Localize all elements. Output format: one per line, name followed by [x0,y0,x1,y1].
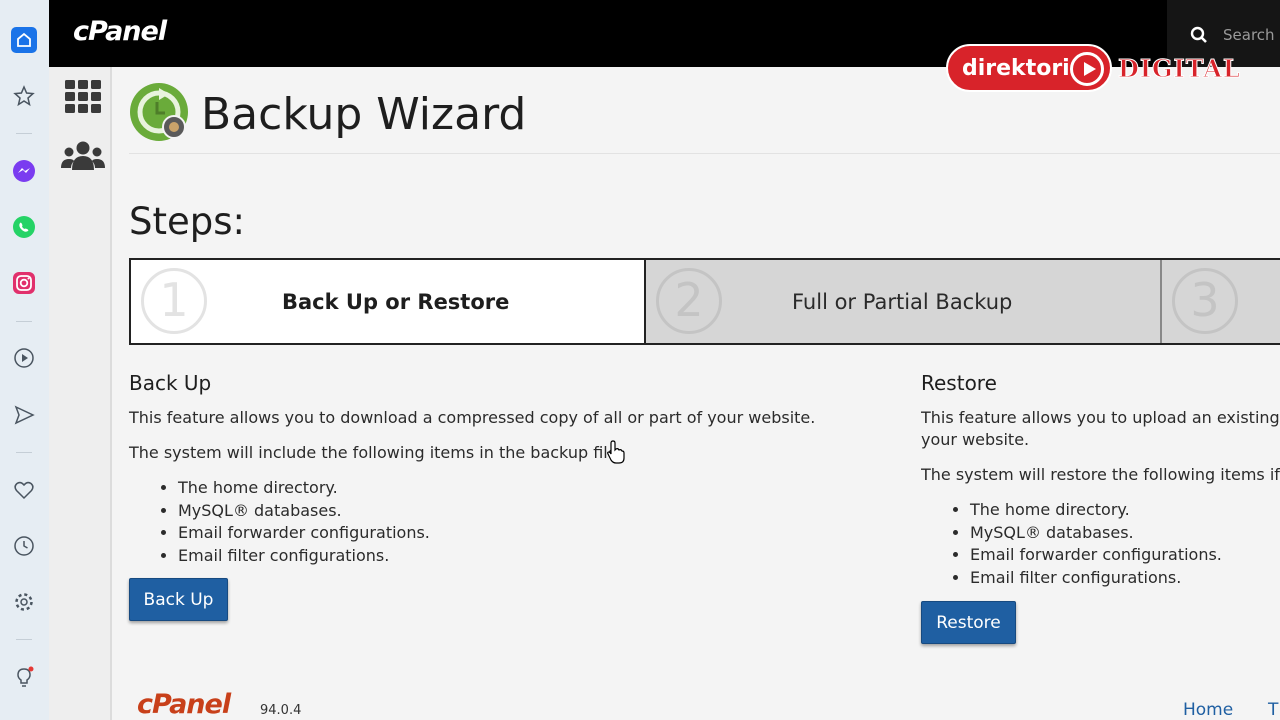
list-item: Email forwarder configurations. [178,522,869,545]
version-label: 94.0.4 [260,703,302,718]
list-item: Email forwarder configurations. [970,544,1280,567]
main-content: Backup Wizard Steps: 1 Back Up or Restor… [112,67,1280,720]
star-icon[interactable] [11,83,37,109]
list-item: The home directory. [970,499,1280,522]
list-item: The home directory. [178,477,869,500]
backup-section: Back Up This feature allows you to downl… [129,371,869,567]
restore-includes-text: The system will restore the following it… [921,465,1280,484]
backup-heading: Back Up [129,371,212,395]
backup-wizard-icon [130,83,188,141]
step-number: 2 [656,268,722,334]
header-divider [129,153,1280,154]
restore-heading: Restore [921,371,997,395]
users-icon[interactable] [61,140,105,172]
step-label: Back Up or Restore [282,290,510,314]
play-icon[interactable] [11,345,37,371]
rail-divider [16,639,32,640]
list-item: Email filter configurations. [178,545,869,568]
grid-icon[interactable] [65,80,101,113]
list-item: MySQL® databases. [970,522,1280,545]
restore-description-cont: your website. [921,430,1030,449]
step-3: 3 [1162,260,1280,343]
lightbulb-icon[interactable] [11,664,37,690]
messenger-icon[interactable] [11,158,37,184]
footer-home-link[interactable]: Home [1183,700,1233,720]
cpanel-logo[interactable]: cPanel [73,16,167,47]
heart-icon[interactable] [11,477,37,503]
restore-section: Restore This feature allows you to uploa… [921,371,1280,589]
search-icon [1190,26,1207,43]
backup-items-list: The home directory. MySQL® databases. Em… [129,477,869,567]
restore-items-list: The home directory. MySQL® databases. Em… [921,499,1280,589]
restore-description: This feature allows you to upload an exi… [921,408,1280,427]
backup-includes-text: The system will include the following it… [129,443,618,462]
instagram-icon[interactable] [11,270,37,296]
steps-heading: Steps: [129,200,245,243]
rail-divider [16,452,32,453]
search-placeholder: Search ( [1223,26,1280,44]
settings-icon[interactable] [11,589,37,615]
history-icon[interactable] [11,533,37,559]
restore-button[interactable]: Restore [921,601,1016,644]
whatsapp-icon[interactable] [11,214,37,240]
page-title: Backup Wizard [201,89,527,140]
step-number: 3 [1172,268,1238,334]
browser-sidebar [0,0,50,720]
footer-link[interactable]: T [1268,700,1278,720]
send-icon[interactable] [11,402,37,428]
step-1: 1 Back Up or Restore [129,260,646,343]
home-icon[interactable] [11,27,37,53]
step-2: 2 Full or Partial Backup [646,260,1162,343]
rail-divider [16,133,32,134]
list-item: Email filter configurations. [970,567,1280,590]
steps-progress: 1 Back Up or Restore 2 Full or Partial B… [129,258,1280,345]
step-number: 1 [141,268,207,334]
hand-cursor-icon [607,440,625,464]
backup-button[interactable]: Back Up [129,578,228,621]
footer-cpanel-logo[interactable]: cPanel [137,689,231,720]
step-label: Full or Partial Backup [792,290,1013,314]
rail-divider [16,321,32,322]
backup-description: This feature allows you to download a co… [129,408,816,427]
cpanel-sidebar [49,67,112,720]
list-item: MySQL® databases. [178,500,869,523]
